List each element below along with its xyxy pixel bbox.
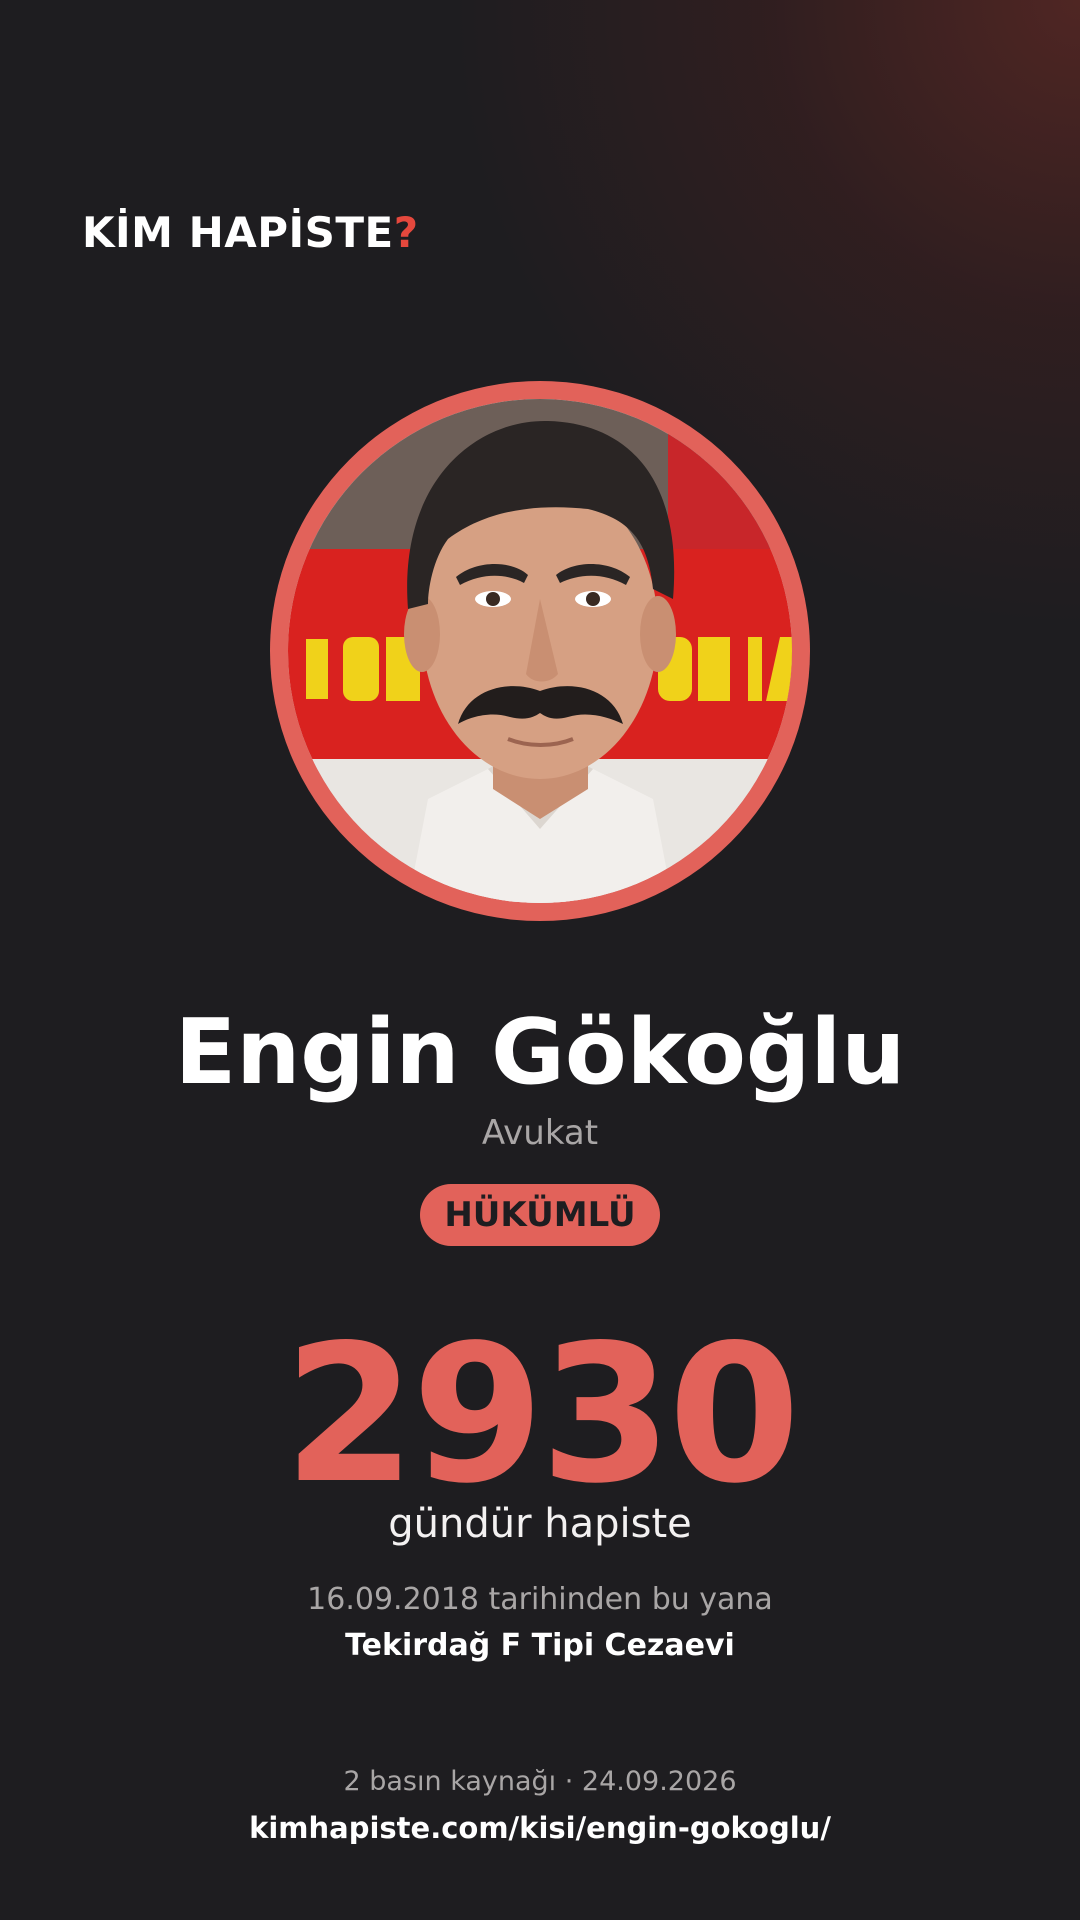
avatar-ring [270, 381, 810, 921]
logo-question-mark: ? [393, 208, 419, 257]
portrait-photo [288, 399, 792, 903]
profile-url[interactable]: kimhapiste.com/kisi/engin-gokoglu/ [0, 1811, 1080, 1846]
days-count: 2930 [283, 1304, 801, 1525]
occupation: Avukat [481, 1113, 599, 1153]
logo-text: KİM HAPİSTE [82, 208, 394, 257]
share-card: KİM HAPİSTE? Engin Gökoğlu Avukat HÜKÜML… [0, 0, 1080, 1920]
days-label: gündür hapiste [388, 1501, 692, 1547]
prison-name: Tekirdağ F Tipi Cezaevi [345, 1628, 735, 1663]
person-name: Engin Gökoğlu [174, 1000, 906, 1105]
status-badge: HÜKÜMLÜ [420, 1184, 660, 1246]
sources-info: 2 basın kaynağı · 24.09.2026 [343, 1766, 737, 1797]
avatar [288, 399, 792, 903]
since-date: 16.09.2018 tarihinden bu yana [307, 1582, 773, 1617]
site-logo[interactable]: KİM HAPİSTE? [82, 212, 419, 254]
